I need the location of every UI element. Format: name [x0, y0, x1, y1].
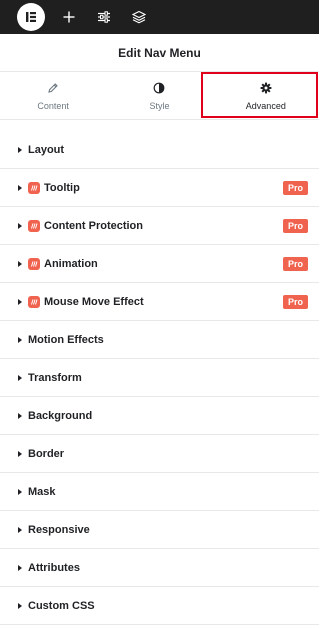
- tab-label: Advanced: [245, 100, 286, 111]
- pro-feature-icon: [28, 257, 40, 270]
- caret-right-icon: [18, 336, 22, 343]
- pro-badge[interactable]: Pro: [282, 294, 308, 309]
- caret-right-icon: [18, 564, 22, 571]
- section-layout[interactable]: Layout: [0, 131, 319, 169]
- pro-badge[interactable]: Pro: [282, 256, 308, 271]
- half-circle-icon: [153, 81, 165, 95]
- section-title: Motion Effects: [28, 333, 104, 346]
- section-motion-effects[interactable]: Motion Effects: [0, 321, 319, 359]
- caret-right-icon: [18, 374, 22, 381]
- section-background[interactable]: Background: [0, 397, 319, 435]
- section-title: Mouse Move Effect: [44, 295, 144, 308]
- panel-tabs: Content Style Advanced: [0, 72, 319, 120]
- sliders-icon[interactable]: [94, 7, 114, 27]
- section-title: Border: [28, 447, 65, 460]
- layers-icon[interactable]: [129, 7, 149, 27]
- section-title: Mask: [28, 485, 56, 498]
- section-title: Transform: [28, 371, 82, 384]
- section-title: Layout: [28, 143, 65, 156]
- caret-right-icon: [18, 184, 22, 191]
- pro-feature-icon: [28, 219, 40, 232]
- section-title: Background: [28, 409, 93, 422]
- pencil-icon: [47, 81, 59, 95]
- section-tooltip[interactable]: Tooltip Pro: [0, 169, 319, 207]
- tab-label: Content: [37, 100, 69, 111]
- caret-right-icon: [18, 488, 22, 495]
- caret-right-icon: [18, 146, 22, 153]
- section-mouse-move-effect[interactable]: Mouse Move Effect Pro: [0, 283, 319, 321]
- section-border[interactable]: Border: [0, 435, 319, 473]
- panel-title: Edit Nav Menu: [0, 34, 319, 72]
- caret-right-icon: [18, 222, 22, 229]
- tab-advanced[interactable]: Advanced: [213, 72, 319, 119]
- section-title: Animation: [44, 257, 98, 270]
- tab-style[interactable]: Style: [106, 72, 212, 119]
- gear-icon: [260, 81, 272, 95]
- tab-label: Style: [149, 100, 170, 111]
- section-responsive[interactable]: Responsive: [0, 511, 319, 549]
- pro-feature-icon: [28, 181, 40, 194]
- pro-feature-icon: [28, 295, 40, 308]
- section-title: Attributes: [28, 561, 80, 574]
- section-content-protection[interactable]: Content Protection Pro: [0, 207, 319, 245]
- section-animation[interactable]: Animation Pro: [0, 245, 319, 283]
- plus-icon[interactable]: [59, 7, 79, 27]
- caret-right-icon: [18, 260, 22, 267]
- top-toolbar: [0, 0, 319, 34]
- elementor-logo-icon[interactable]: [17, 3, 45, 31]
- section-title: Custom CSS: [28, 599, 95, 612]
- advanced-sections: Layout Tooltip Pro Content Protection Pro Ani…: [0, 131, 319, 625]
- tab-content[interactable]: Content: [0, 72, 106, 119]
- section-transform[interactable]: Transform: [0, 359, 319, 397]
- caret-right-icon: [18, 298, 22, 305]
- section-title: Responsive: [28, 523, 90, 536]
- section-attributes[interactable]: Attributes: [0, 549, 319, 587]
- section-title: Content Protection: [44, 219, 143, 232]
- pro-badge[interactable]: Pro: [282, 180, 308, 195]
- pro-badge[interactable]: Pro: [282, 218, 308, 233]
- caret-right-icon: [18, 412, 22, 419]
- caret-right-icon: [18, 450, 22, 457]
- section-custom-css[interactable]: Custom CSS: [0, 587, 319, 625]
- section-title: Tooltip: [44, 181, 80, 194]
- section-mask[interactable]: Mask: [0, 473, 319, 511]
- caret-right-icon: [18, 526, 22, 533]
- caret-right-icon: [18, 602, 22, 609]
